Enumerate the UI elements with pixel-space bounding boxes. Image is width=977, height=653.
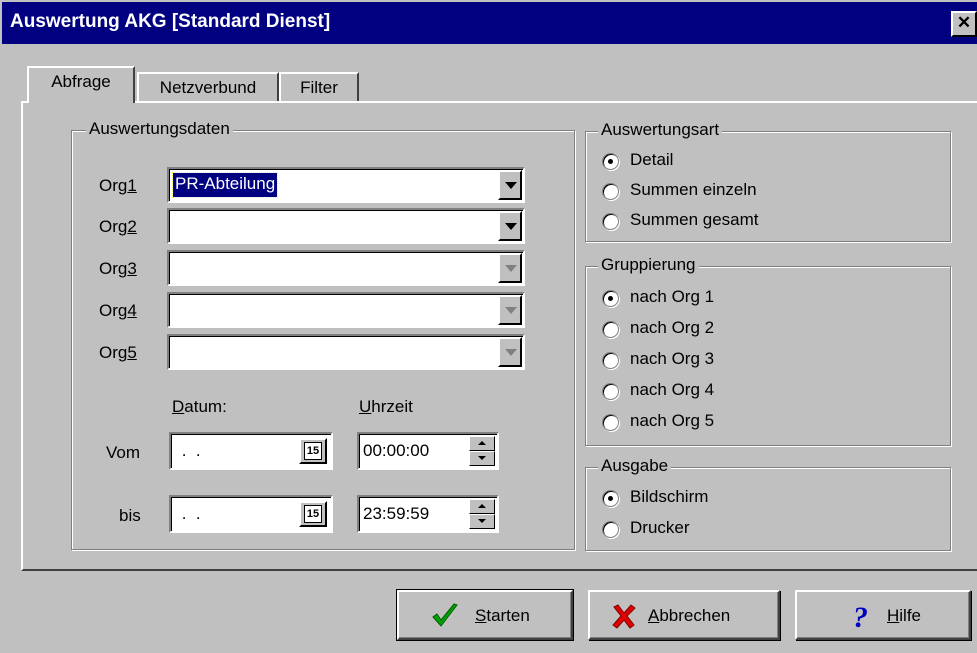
time-spinner[interactable] [469,436,495,466]
radio-label: nach Org 4 [630,380,715,399]
radio-dot [602,290,619,307]
chevron-down-icon [505,307,517,314]
radio-label: Detail [630,150,674,169]
org3-combo[interactable] [167,250,525,286]
combo-value [173,340,177,364]
time-value: 00:00:00 [363,441,430,460]
calendar-button[interactable]: 15 [299,438,327,464]
hilfe-button[interactable]: ? Hilfe [795,590,971,640]
dropdown-button[interactable] [498,337,522,367]
org2-label: Org2 [99,217,137,236]
title-bar[interactable]: Auswertung AKG [Standard Dienst] ✕ [0,0,977,44]
combo-value [173,256,177,280]
combo-value: PR-Abteilung [171,172,279,198]
calendar-button[interactable]: 15 [299,501,327,527]
radio-dot [602,321,619,338]
radio-dot [602,352,619,369]
radio-label: Summen einzeln [630,180,757,199]
radio-dot [602,521,619,538]
button-label: Abbrechen [648,606,731,625]
org2-combo[interactable] [167,208,525,244]
vom-label: Vom [106,443,141,462]
group-title: Gruppierung [598,255,699,275]
radio-dot [602,153,619,170]
svg-text:?: ? [853,601,868,631]
radio-label: nach Org 3 [630,349,715,368]
calendar-icon: 15 [304,505,322,523]
close-icon: ✕ [956,13,972,32]
calendar-icon: 15 [304,442,322,460]
auswertungsart-group: Auswertungsart Detail Summen einzeln Sum… [585,120,951,242]
org4-combo[interactable] [167,292,525,328]
org5-label: Org5 [99,343,137,362]
radio-dot [602,213,619,230]
starten-button[interactable]: Starten [396,589,574,641]
tab-panel-abfrage: Auswertungsdaten Org1 PR-Abteilung Org2 … [21,101,977,571]
radio-label: nach Org 5 [630,411,715,430]
date-value: . . [177,504,201,523]
gruppierung-group: Gruppierung nach Org 1 nach Org 2 nach O… [585,255,951,446]
datum-label: Datum: [172,397,227,416]
radio-label: nach Org 1 [630,287,715,306]
window-title: Auswertung AKG [Standard Dienst] [10,11,331,32]
dropdown-button[interactable] [498,295,522,325]
org1-combo[interactable]: PR-Abteilung [167,167,525,203]
time-spinner[interactable] [469,499,495,529]
tab-abfrage[interactable]: Abfrage [27,66,135,103]
radio-label: Bildschirm [630,487,709,506]
spin-up-icon[interactable] [469,499,495,514]
chevron-down-icon [505,265,517,272]
dropdown-button[interactable] [498,170,522,200]
radio-dot [602,490,619,507]
tab-filter[interactable]: Filter [279,72,359,102]
bis-time-field[interactable]: 23:59:59 [357,495,499,533]
dropdown-button[interactable] [498,253,522,283]
chevron-down-icon [505,349,517,356]
dialog-window: Auswertung AKG [Standard Dienst] ✕ Abfra… [0,0,977,653]
time-value: 23:59:59 [363,504,430,523]
tab-netzverbund[interactable]: Netzverbund [137,72,279,102]
org4-label: Org4 [99,301,137,320]
tab-label: Abfrage [51,72,111,91]
spin-up-icon[interactable] [469,436,495,451]
radio-dot [602,383,619,400]
group-title: Ausgabe [598,456,672,476]
chevron-down-icon [505,182,517,189]
button-label: Starten [475,606,530,625]
group-title: Auswertungsdaten [86,119,233,139]
tab-label: Filter [300,78,338,97]
bis-date-field[interactable]: . . 15 [169,495,333,533]
spin-down-icon[interactable] [469,451,495,466]
help-icon: ? [853,601,868,631]
checkmark-icon [432,603,458,627]
abbrechen-button[interactable]: Abbrechen [588,590,780,640]
radio-label: Drucker [630,518,690,537]
uhrzeit-label: Uhrzeit [359,397,413,416]
org5-combo[interactable] [167,334,525,370]
group-title: Auswertungsart [598,120,723,140]
radio-dot [602,183,619,200]
combo-value [173,214,177,238]
radio-dot [602,414,619,431]
radio-label: Summen gesamt [630,210,759,229]
spin-down-icon[interactable] [469,514,495,529]
vom-date-field[interactable]: . . 15 [169,432,333,470]
bis-label: bis [119,506,141,525]
org1-label: Org1 [99,176,137,195]
org3-label: Org3 [99,259,137,278]
dropdown-button[interactable] [498,211,522,241]
ausgabe-group: Ausgabe Bildschirm Drucker [585,456,951,551]
button-label: Hilfe [887,606,922,625]
cross-icon [612,604,636,629]
tab-label: Netzverbund [159,78,257,97]
chevron-down-icon [505,223,517,230]
combo-value [173,298,177,322]
date-value: . . [177,441,201,460]
radio-label: nach Org 2 [630,318,715,337]
vom-time-field[interactable]: 00:00:00 [357,432,499,470]
close-button[interactable]: ✕ [951,11,977,37]
